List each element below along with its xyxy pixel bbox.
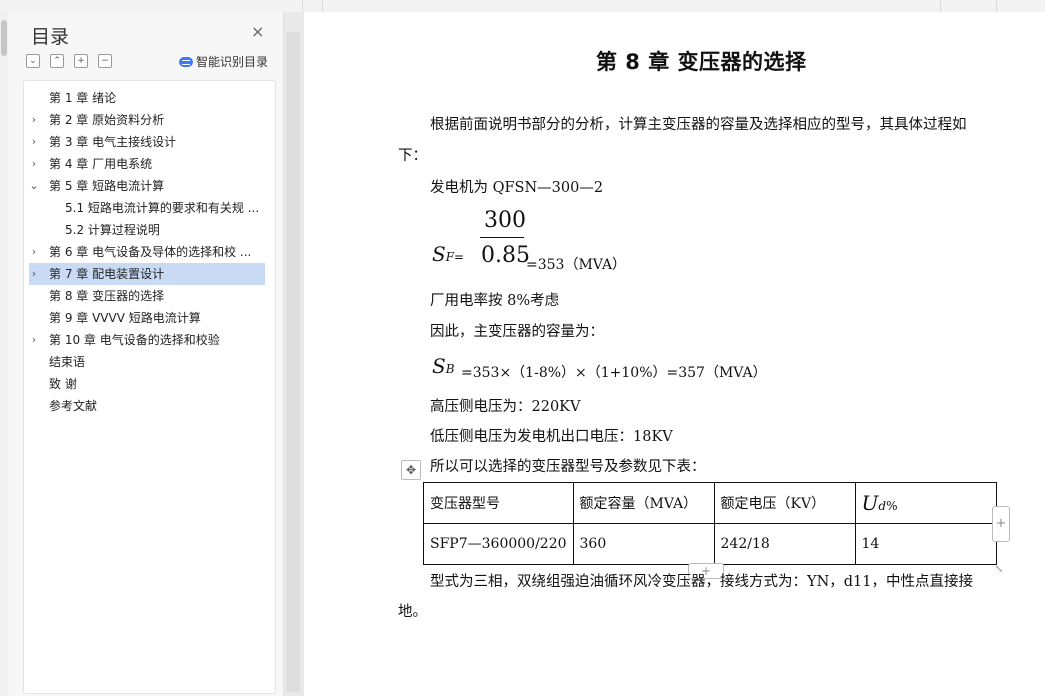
remove-heading-icon[interactable]: − bbox=[98, 54, 112, 68]
chevron-down-icon[interactable]: ⌄ bbox=[29, 175, 39, 197]
sf-symbol: SF= bbox=[432, 242, 465, 266]
toc-item-label: 第 4 章 厂用电系统 bbox=[49, 157, 153, 171]
table-cell[interactable]: 14 bbox=[854, 523, 997, 565]
paragraph-lv: 低压侧电压为发电机出口电压：18KV bbox=[430, 429, 673, 445]
chevron-right-icon[interactable]: › bbox=[29, 241, 39, 263]
chevron-right-icon[interactable]: › bbox=[29, 153, 39, 175]
toc-item-label: 第 5 章 短路电流计算 bbox=[49, 179, 165, 193]
chevron-right-icon[interactable]: › bbox=[29, 329, 39, 351]
toc-item-label: 5.1 短路电流计算的要求和有关规 ... bbox=[65, 201, 260, 215]
toc-item[interactable]: 5.2 计算过程说明 bbox=[24, 219, 275, 241]
chevron-right-icon[interactable]: › bbox=[29, 263, 39, 285]
paragraph-capacity: 因此，主变压器的容量为： bbox=[430, 324, 604, 340]
toolbar-divider bbox=[302, 0, 303, 12]
toc-item[interactable]: 5.1 短路电流计算的要求和有关规 ... bbox=[24, 197, 275, 219]
toc-item-label: 致 谢 bbox=[49, 377, 77, 391]
sb-symbol: SB bbox=[432, 354, 455, 378]
paragraph-type-cont: 地。 bbox=[398, 604, 427, 620]
toc-item[interactable]: 致 谢 bbox=[24, 373, 275, 395]
close-icon[interactable]: × bbox=[251, 22, 264, 41]
smart-toc-button[interactable]: 智能识别目录 bbox=[179, 53, 268, 70]
paragraph-intro: 根据前面说明书部分的分析，计算主变压器的容量及选择相应的型号，其具体过程如 bbox=[430, 117, 967, 133]
toc-item[interactable]: 参考文献 bbox=[24, 395, 275, 417]
fraction-denominator: 0.85 bbox=[481, 243, 530, 268]
toc-item[interactable]: 第 9 章 VVVV 短路电流计算 bbox=[24, 307, 275, 329]
table-cell[interactable]: SFP7—360000/220 bbox=[423, 523, 574, 565]
smart-toc-label: 智能识别目录 bbox=[196, 55, 269, 69]
toc-item[interactable]: › 第 7 章 配电装置设计 bbox=[29, 263, 265, 285]
toolbar-divider bbox=[996, 0, 997, 12]
toc-item-label: 第 1 章 绪论 bbox=[49, 91, 117, 105]
toc-panel-title: 目录 bbox=[31, 26, 70, 48]
table-cell[interactable]: 242/18 bbox=[713, 523, 856, 565]
chevron-right-icon[interactable]: › bbox=[29, 131, 39, 153]
add-column-button[interactable]: + bbox=[992, 506, 1010, 542]
toc-item-label: 第 7 章 配电装置设计 bbox=[49, 267, 165, 281]
toc-panel: 目录 × ⌄ ⌃ + − 智能识别目录 第 1 章 绪论 › 第 2 章 原始资料分… bbox=[8, 12, 284, 696]
paragraph-type: 型式为三相，双绕组强迫油循环风冷变压器，接线方式为：YN，d11，中性点直接接 bbox=[430, 574, 973, 590]
toolbar-divider bbox=[322, 0, 323, 12]
table-cell[interactable]: 360 bbox=[572, 523, 715, 565]
chevron-right-icon[interactable]: › bbox=[29, 109, 39, 131]
toc-item[interactable]: ⌄ 第 5 章 短路电流计算 bbox=[24, 175, 275, 197]
add-heading-icon[interactable]: + bbox=[74, 54, 88, 68]
header-cell[interactable]: 额定电压（KV） bbox=[713, 482, 856, 524]
expand-up-icon[interactable]: ⌃ bbox=[50, 54, 64, 68]
toc-item-label: 5.2 计算过程说明 bbox=[65, 223, 160, 237]
fraction-bar bbox=[480, 237, 524, 238]
chapter-heading: 第 8 章 变压器的选择 bbox=[596, 50, 807, 74]
panel-gutter bbox=[284, 12, 304, 696]
toc-item-label: 第 9 章 VVVV 短路电流计算 bbox=[49, 311, 201, 325]
toc-item[interactable]: 第 8 章 变压器的选择 bbox=[24, 285, 275, 307]
toc-item[interactable]: › 第 3 章 电气主接线设计 bbox=[24, 131, 275, 153]
paragraph-table-intro: 所以可以选择的变压器型号及参数见下表： bbox=[430, 459, 706, 475]
header-cell-ud[interactable]: Ud% bbox=[854, 482, 997, 524]
paragraph-aux-rate: 厂用电率按 8%考虑 bbox=[430, 293, 560, 309]
paragraph-generator: 发电机为 QFSN—300—2 bbox=[430, 180, 604, 196]
table-header-row: 变压器型号 额定容量（MVA） 额定电压（KV） Ud% bbox=[423, 482, 997, 524]
toc-item-label: 第 2 章 原始资料分析 bbox=[49, 113, 165, 127]
toc-item[interactable]: › 第 10 章 电气设备的选择和校验 bbox=[24, 329, 275, 351]
toc-item[interactable]: 第 1 章 绪论 bbox=[24, 87, 275, 109]
toc-list: 第 1 章 绪论 › 第 2 章 原始资料分析 › 第 3 章 电气主接线设计 › 第 4 … bbox=[23, 80, 276, 694]
collapse-all-icon[interactable]: ⌄ bbox=[26, 54, 40, 68]
transformer-table[interactable]: 变压器型号 额定容量（MVA） 额定电压（KV） Ud% SFP7—360000… bbox=[423, 482, 997, 565]
paragraph-intro-cont: 下： bbox=[398, 148, 427, 164]
table-row: SFP7—360000/220 360 242/18 14 bbox=[423, 523, 997, 565]
left-scrollbar[interactable] bbox=[0, 12, 8, 696]
toc-item-label: 参考文献 bbox=[49, 399, 98, 413]
scrollbar-thumb[interactable] bbox=[1, 20, 7, 56]
document-page[interactable]: 第 8 章 变压器的选择 根据前面说明书部分的分析，计算主变压器的容量及选择相应… bbox=[304, 12, 1045, 696]
fraction-numerator: 300 bbox=[484, 208, 526, 233]
toc-item-label: 结束语 bbox=[49, 355, 86, 369]
toc-item-label: 第 10 章 电气设备的选择和校验 bbox=[49, 333, 220, 347]
toc-item-label: 第 3 章 电气主接线设计 bbox=[49, 135, 177, 149]
sf-result: =353（MVA） bbox=[526, 257, 627, 273]
toc-item[interactable]: › 第 4 章 厂用电系统 bbox=[24, 153, 275, 175]
header-cell[interactable]: 额定容量（MVA） bbox=[572, 482, 715, 524]
toc-item-label: 第 6 章 电气设备及导体的选择和校 ... bbox=[49, 245, 252, 259]
header-cell[interactable]: 变压器型号 bbox=[423, 482, 574, 524]
toc-item-label: 第 8 章 变压器的选择 bbox=[49, 289, 165, 303]
table-move-handle-icon[interactable]: ✥ bbox=[401, 460, 421, 480]
paragraph-hv: 高压侧电压为：220KV bbox=[430, 399, 581, 415]
gutter-shadow bbox=[286, 32, 300, 692]
table-resize-icon[interactable]: ⤡ bbox=[992, 563, 1006, 577]
ai-icon bbox=[179, 57, 193, 67]
toc-item[interactable]: › 第 2 章 原始资料分析 bbox=[24, 109, 275, 131]
toc-item[interactable]: 结束语 bbox=[24, 351, 275, 373]
toolbar-divider bbox=[940, 0, 941, 12]
toc-item[interactable]: › 第 6 章 电气设备及导体的选择和校 ... bbox=[24, 241, 275, 263]
sb-formula: =353×（1-8%）×（1+10%）=357（MVA） bbox=[461, 365, 767, 381]
